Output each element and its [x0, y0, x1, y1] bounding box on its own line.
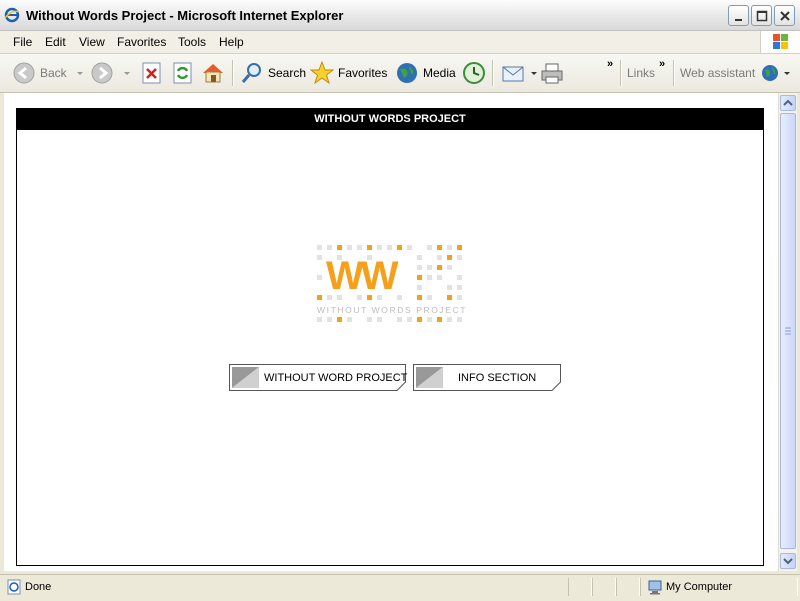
my-computer-icon [648, 580, 662, 595]
history-button[interactable] [462, 58, 490, 88]
status-zone-cell: My Computer [640, 578, 798, 596]
close-button[interactable] [774, 5, 795, 26]
back-label: Back [40, 66, 67, 80]
without-word-project-label: WITHOUT WORD PROJECT [264, 372, 408, 384]
page-done-icon [7, 579, 21, 595]
menu-view[interactable]: View [79, 35, 105, 49]
forward-button[interactable] [90, 58, 132, 88]
status-bar: Done My Computer [0, 574, 800, 601]
scroll-down-button[interactable] [780, 553, 796, 569]
menu-edit[interactable]: Edit [45, 35, 66, 49]
toolbar: Back Search Favorites Media » Links » We… [0, 54, 800, 93]
globe-icon [761, 64, 779, 82]
chevron-down-icon [783, 558, 793, 565]
ww-logo: WW WITHOUT WORDS PROJECT [317, 245, 467, 322]
back-arrow-icon [12, 61, 36, 85]
chevron-down-icon [124, 72, 130, 75]
grip-icon [785, 327, 791, 335]
status-cell [568, 578, 592, 596]
links-bar[interactable]: Links [627, 58, 655, 88]
menu-file[interactable]: File [13, 35, 32, 49]
printer-icon [540, 61, 564, 85]
search-button[interactable]: Search [240, 58, 306, 88]
home-button[interactable] [201, 58, 229, 88]
mail-icon [501, 61, 525, 85]
minimize-button[interactable] [728, 5, 749, 26]
links-overflow-chevron[interactable]: » [659, 58, 665, 70]
toolbar-separator [673, 60, 675, 86]
window-title: Without Words Project - Microsoft Intern… [26, 8, 344, 23]
logo-letters: WW [326, 254, 399, 298]
home-icon [201, 61, 225, 85]
menu-favorites[interactable]: Favorites [117, 35, 166, 49]
title-bar[interactable]: Without Words Project - Microsoft Intern… [0, 0, 800, 31]
vertical-scrollbar[interactable] [778, 93, 797, 571]
menu-help[interactable]: Help [219, 35, 244, 49]
media-button[interactable]: Media [395, 58, 456, 88]
refresh-icon [171, 61, 195, 85]
logo-caption: WITHOUT WORDS PROJECT [317, 305, 467, 315]
windows-flag-icon [773, 34, 788, 49]
stop-button[interactable] [140, 58, 168, 88]
forward-arrow-icon [90, 61, 114, 85]
print-button[interactable] [540, 58, 568, 88]
info-section-label: INFO SECTION [458, 372, 537, 384]
stop-icon [140, 61, 164, 85]
favorites-button[interactable]: Favorites [309, 58, 388, 88]
without-word-project-button[interactable]: WITHOUT WORD PROJECT [229, 364, 408, 391]
close-icon [780, 11, 790, 21]
page-frame: WITHOUT WORDS PROJECT WW WITHOUT WORDS P… [16, 108, 764, 566]
maximize-button[interactable] [751, 5, 772, 26]
chevron-down-icon [76, 72, 83, 75]
zone-label: My Computer [666, 581, 733, 593]
refresh-button[interactable] [171, 58, 199, 88]
chevron-down-icon [784, 72, 791, 75]
page-header-title: WITHOUT WORDS PROJECT [17, 109, 763, 130]
back-button[interactable]: Back [12, 58, 85, 88]
toolbar-separator [620, 60, 622, 86]
ie-icon [4, 7, 20, 23]
menu-tools[interactable]: Tools [178, 35, 206, 49]
status-cell [592, 578, 616, 596]
toolbar-overflow-chevron[interactable]: » [607, 58, 613, 70]
web-assistant-button[interactable]: Web assistant [680, 58, 791, 88]
search-icon [240, 61, 264, 85]
web-assistant-label: Web assistant [680, 66, 756, 80]
chevron-up-icon [783, 99, 793, 106]
links-label: Links [627, 66, 656, 80]
media-label: Media [423, 66, 456, 80]
menu-bar: File Edit View Favorites Tools Help [0, 31, 800, 54]
toolbar-separator [232, 60, 234, 86]
status-text: Done [25, 581, 52, 593]
history-icon [462, 61, 486, 85]
media-globe-icon [395, 61, 419, 85]
mail-button[interactable] [501, 58, 539, 88]
maximize-icon [756, 10, 768, 22]
star-icon [309, 60, 335, 85]
scroll-up-button[interactable] [780, 95, 796, 111]
favorites-label: Favorites [338, 66, 388, 80]
chevron-down-icon [531, 72, 537, 75]
status-cell [616, 578, 640, 596]
info-section-button[interactable]: INFO SECTION [413, 364, 561, 391]
toolbar-separator [492, 60, 494, 86]
minimize-icon [735, 19, 742, 21]
scroll-thumb[interactable] [780, 113, 796, 549]
windows-logo [760, 31, 800, 53]
search-label: Search [268, 66, 307, 80]
